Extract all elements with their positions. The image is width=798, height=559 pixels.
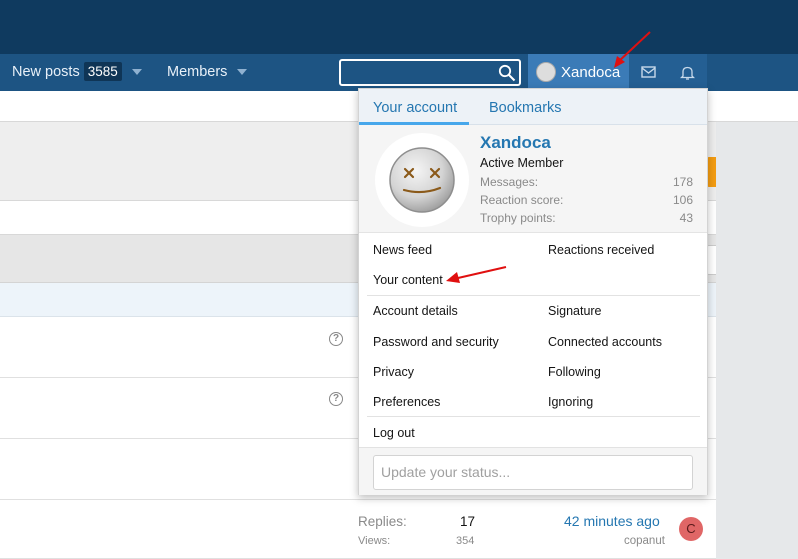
connected-accounts-link[interactable]: Connected accounts: [548, 335, 662, 349]
account-details-link[interactable]: Account details: [373, 304, 458, 318]
header-bar: [0, 0, 798, 54]
nav-members[interactable]: Members: [167, 54, 248, 91]
reactions-received-link[interactable]: Reactions received: [548, 243, 654, 257]
replies-value: 17: [460, 514, 476, 529]
log-out-link[interactable]: Log out: [373, 426, 415, 440]
reaction-score-label: Reaction score:: [480, 193, 564, 207]
bell-icon: [680, 66, 695, 80]
account-dropdown-menu: Your account Bookmarks Xandoca Active Me…: [358, 88, 708, 495]
privacy-link[interactable]: Privacy: [373, 365, 414, 379]
nav-members-label: Members: [167, 64, 228, 80]
reaction-score-value: 106: [672, 193, 693, 207]
profile-summary: Xandoca Active Member Messages: 178 Reac…: [359, 125, 707, 233]
password-security-link[interactable]: Password and security: [373, 335, 499, 349]
avatar[interactable]: [375, 133, 469, 227]
search-input[interactable]: [339, 59, 521, 86]
tab-bookmarks[interactable]: Bookmarks: [489, 89, 562, 125]
tab-your-account[interactable]: Your account: [359, 89, 469, 125]
question-icon: ?: [329, 332, 343, 346]
nav-new-posts[interactable]: New posts 3585: [12, 54, 142, 91]
trophy-points-value[interactable]: 43: [680, 211, 693, 225]
chevron-down-icon[interactable]: [237, 69, 248, 76]
messages-label: Messages:: [480, 175, 539, 189]
your-content-link[interactable]: Your content: [373, 273, 443, 287]
user-title: Active Member: [480, 156, 564, 170]
new-posts-count-badge: 3585: [83, 62, 122, 81]
status-update-input[interactable]: Update your status...: [373, 455, 693, 490]
last-post-user[interactable]: copanut: [624, 535, 665, 547]
status-update-area: Update your status...: [359, 447, 707, 495]
thread-row[interactable]: [0, 500, 716, 559]
last-post-time-link[interactable]: 42 minutes ago: [564, 513, 660, 529]
search-icon[interactable]: [498, 64, 516, 82]
following-link[interactable]: Following: [548, 365, 601, 379]
preferences-link[interactable]: Preferences: [373, 395, 440, 409]
question-icon: ?: [329, 392, 343, 406]
replies-label: Replies:: [358, 514, 407, 529]
news-feed-link[interactable]: News feed: [373, 243, 432, 257]
messages-value[interactable]: 178: [673, 175, 693, 189]
divider: [367, 416, 700, 417]
chevron-down-icon[interactable]: [131, 69, 142, 76]
arrow-annotation-icon: [614, 31, 651, 68]
dizzy-face-icon: [389, 147, 455, 213]
profile-username[interactable]: Xandoca: [480, 133, 551, 153]
avatar: [536, 62, 556, 82]
divider: [367, 295, 700, 296]
avatar[interactable]: C: [679, 517, 703, 541]
nav-new-posts-label: New posts: [12, 64, 80, 80]
arrow-annotation-icon: [446, 266, 507, 283]
signature-link[interactable]: Signature: [548, 304, 602, 318]
views-value: 354: [456, 535, 475, 547]
menu-tabs: Your account Bookmarks: [359, 89, 707, 125]
trophy-points-label: Trophy points:: [480, 211, 556, 225]
views-label: Views:: [358, 535, 391, 547]
alerts-button[interactable]: [668, 54, 707, 91]
ignoring-link[interactable]: Ignoring: [548, 395, 593, 409]
